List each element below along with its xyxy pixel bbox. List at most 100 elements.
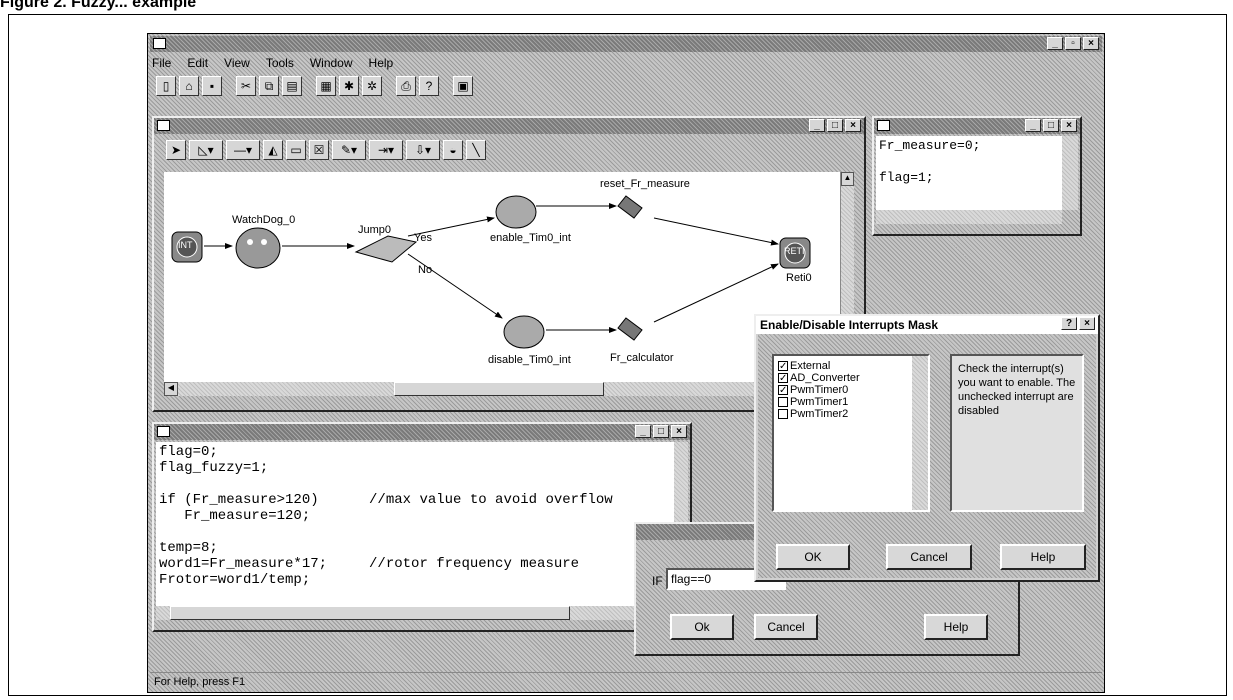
var-tool-icon[interactable]: ⇥▾ bbox=[369, 140, 403, 160]
app-icon bbox=[153, 38, 166, 49]
interrupts-help-icon[interactable]: ? bbox=[1061, 317, 1077, 330]
reset-titlebar: _ □ × bbox=[874, 118, 1080, 134]
menu-file[interactable]: File bbox=[150, 56, 173, 70]
calc-code-editor[interactable]: flag=0; flag_fuzzy=1; if (Fr_measure>120… bbox=[156, 442, 674, 606]
end-label: Reti0 bbox=[786, 272, 812, 284]
hscroll-thumb[interactable] bbox=[394, 382, 604, 396]
checkbox-pwmtimer2[interactable] bbox=[778, 409, 788, 420]
pointer-icon[interactable]: ➤ bbox=[166, 140, 186, 160]
watchdog-node-icon bbox=[235, 227, 281, 269]
build-icon[interactable]: ✱ bbox=[339, 76, 359, 96]
if-label: IF bbox=[652, 574, 663, 588]
paste-icon[interactable]: ▤ bbox=[282, 76, 302, 96]
close-button[interactable]: × bbox=[1083, 37, 1099, 50]
yes-label: Yes bbox=[414, 232, 432, 244]
status-bar: For Help, press F1 bbox=[150, 672, 1102, 690]
window-icon[interactable]: ▣ bbox=[453, 76, 473, 96]
interrupt-item-pwmtimer2[interactable]: PwmTimer2 bbox=[778, 408, 924, 420]
reset-minimize-button[interactable]: _ bbox=[1025, 119, 1041, 132]
flow-window-icon bbox=[157, 120, 170, 131]
jump-help-button[interactable]: Help bbox=[924, 614, 988, 640]
calc-close-button[interactable]: × bbox=[671, 425, 687, 438]
calc-window-icon bbox=[157, 426, 170, 437]
scroll-up-icon[interactable]: ▲ bbox=[841, 172, 854, 186]
copy-icon[interactable]: ⧉ bbox=[259, 76, 279, 96]
interrupts-scrollbar[interactable] bbox=[912, 356, 928, 510]
flow-maximize-button[interactable]: □ bbox=[827, 119, 843, 132]
calc-label: Fr_calculator bbox=[610, 352, 674, 364]
checkbox-pwmtimer1[interactable] bbox=[778, 397, 788, 408]
menu-edit[interactable]: Edit bbox=[185, 56, 210, 70]
cut-icon[interactable]: ✂ bbox=[236, 76, 256, 96]
edge-reset-end bbox=[653, 217, 779, 246]
interrupts-list[interactable]: ✓ External ✓ AD_Converter ✓ PwmTimer0 PwmTi… bbox=[772, 354, 930, 512]
menu-window[interactable]: Window bbox=[308, 56, 355, 70]
checkbox-external[interactable]: ✓ bbox=[778, 361, 788, 372]
figure-frame: _ ▫ × File Edit View Tools Window Help ▯… bbox=[8, 14, 1227, 696]
reset-hscrollbar[interactable] bbox=[876, 210, 1062, 224]
reset-maximize-button[interactable]: □ bbox=[1043, 119, 1059, 132]
block-tool-icon[interactable]: ◭ bbox=[263, 140, 283, 160]
debug-icon[interactable]: ✲ bbox=[362, 76, 382, 96]
print-icon[interactable]: ⎙ bbox=[396, 76, 416, 96]
interrupts-body: ✓ External ✓ AD_Converter ✓ PwmTimer0 PwmTi… bbox=[758, 334, 1096, 578]
calc-hscroll-thumb[interactable] bbox=[170, 606, 570, 620]
io-tool-icon[interactable]: ▭ bbox=[286, 140, 306, 160]
new-icon[interactable]: ▯ bbox=[156, 76, 176, 96]
help-icon[interactable]: ? bbox=[419, 76, 439, 96]
no-label: No bbox=[418, 264, 433, 276]
minimize-button[interactable]: _ bbox=[1047, 37, 1063, 50]
reset-window-icon bbox=[877, 120, 890, 131]
jump-ok-button[interactable]: Ok bbox=[670, 614, 734, 640]
interrupts-close-button[interactable]: × bbox=[1079, 317, 1095, 330]
flag-tool-icon[interactable]: ⇩▾ bbox=[406, 140, 440, 160]
interrupts-ok-button[interactable]: OK bbox=[776, 544, 850, 570]
reset-code-editor[interactable]: Fr_measure=0; flag=1; bbox=[876, 136, 1062, 210]
interrupt-item-external[interactable]: ✓ External bbox=[778, 360, 924, 372]
rule-tool-icon[interactable]: ☒ bbox=[309, 140, 329, 160]
checkbox-pwmtimer0[interactable]: ✓ bbox=[778, 385, 788, 396]
interrupts-titlebar: Enable/Disable Interrupts Mask ? × bbox=[756, 316, 1098, 334]
interrupt-item-pwmtimer1[interactable]: PwmTimer1 bbox=[778, 396, 924, 408]
calc-minimize-button[interactable]: _ bbox=[635, 425, 651, 438]
reset-label: reset_Fr_measure bbox=[600, 178, 690, 190]
main-toolbar: ▯ ⌂ ▪ ✂ ⧉ ▤ ▦ ✱ ✲ ⎙ ? ▣ bbox=[156, 76, 473, 96]
calc-maximize-button[interactable]: □ bbox=[653, 425, 669, 438]
flow-toolbar: ➤ ◺▾ —▾ ◭ ▭ ☒ ✎▾ ⇥▾ ⇩▾ ◒ ╲ bbox=[166, 140, 486, 160]
fuzzy-tool-icon[interactable]: ✎▾ bbox=[332, 140, 366, 160]
interrupt-item-pwmtimer0[interactable]: ✓ PwmTimer0 bbox=[778, 384, 924, 396]
disable-node-icon bbox=[503, 315, 545, 349]
jump-node-icon bbox=[354, 235, 418, 263]
open-icon[interactable]: ⌂ bbox=[179, 76, 199, 96]
menu-help[interactable]: Help bbox=[367, 56, 396, 70]
calc-code-window: _ □ × flag=0; flag_fuzzy=1; if (Fr_measu… bbox=[152, 422, 692, 632]
interrupts-cancel-button[interactable]: Cancel bbox=[886, 544, 972, 570]
app-titlebar: _ ▫ × bbox=[150, 36, 1102, 52]
line-tool-icon[interactable]: —▾ bbox=[226, 140, 260, 160]
reset-close-button[interactable]: × bbox=[1061, 119, 1077, 132]
save-icon[interactable]: ▪ bbox=[202, 76, 222, 96]
flow-close-button[interactable]: × bbox=[845, 119, 861, 132]
link-tool-icon[interactable]: ╲ bbox=[466, 140, 486, 160]
enable-label: enable_Tim0_int bbox=[490, 232, 571, 244]
grid-icon[interactable]: ▦ bbox=[316, 76, 336, 96]
menu-tools[interactable]: Tools bbox=[264, 56, 296, 70]
reset-vscrollbar[interactable] bbox=[1062, 136, 1078, 210]
menu-bar: File Edit View Tools Window Help bbox=[150, 56, 395, 70]
checkbox-ad-converter[interactable]: ✓ bbox=[778, 373, 788, 384]
flow-hscrollbar[interactable]: ◀ bbox=[164, 382, 840, 396]
flow-minimize-button[interactable]: _ bbox=[809, 119, 825, 132]
scroll-left-icon[interactable]: ◀ bbox=[164, 382, 178, 396]
flow-canvas: INT WatchDog_0 Jump0 Yes No enable_Tim0_… bbox=[164, 172, 840, 382]
interrupts-help-button[interactable]: Help bbox=[1000, 544, 1086, 570]
interrupts-title: Enable/Disable Interrupts Mask bbox=[760, 318, 939, 332]
restore-button[interactable]: ▫ bbox=[1065, 37, 1081, 50]
calc-hscrollbar[interactable] bbox=[156, 606, 674, 620]
interrupt-item-ad-converter[interactable]: ✓ AD_Converter bbox=[778, 372, 924, 384]
status-text: For Help, press F1 bbox=[154, 676, 246, 688]
calc-node-icon bbox=[617, 317, 643, 341]
menu-view[interactable]: View bbox=[222, 56, 252, 70]
jump-cancel-button[interactable]: Cancel bbox=[754, 614, 818, 640]
end-tool-icon[interactable]: ◒ bbox=[443, 140, 463, 160]
shape-tool-icon[interactable]: ◺▾ bbox=[189, 140, 223, 160]
